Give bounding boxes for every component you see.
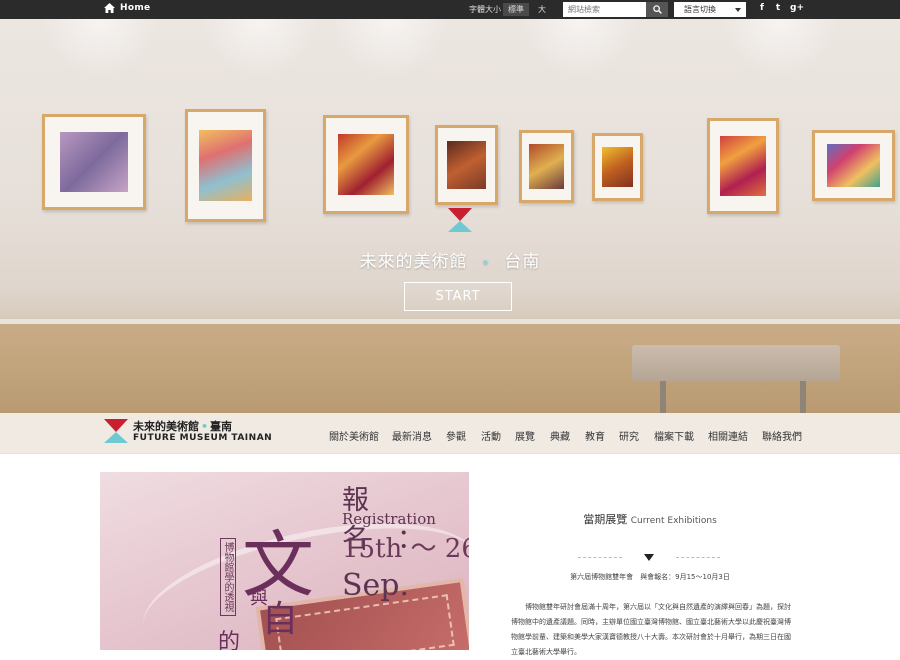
brand-logo-link[interactable]: 未來的美術館 • 臺南 FUTURE MUSEUM TAINAN <box>104 419 272 443</box>
facebook-icon[interactable]: f <box>756 3 768 13</box>
exhibition-poster[interactable]: 報名： Registration 15th ～ 26th Sep. 博物館學的透… <box>100 472 469 650</box>
hero-title-right: 台南 <box>504 252 541 272</box>
exhibition-description: 博物館雙年研討會屆滿十周年，第六屆以「文化與自然遺產的演繹與回春」為題，探討博物… <box>511 603 791 656</box>
painting-frame <box>435 125 498 205</box>
nav-item-about[interactable]: 關於美術館 <box>329 428 379 443</box>
painting-frame <box>519 130 574 203</box>
painting-frame <box>42 114 146 210</box>
arrow-down-icon <box>644 554 654 561</box>
google-plus-icon[interactable]: g+ <box>790 3 804 13</box>
ceiling-light <box>200 19 320 79</box>
exhibition-subtitle[interactable]: 第六屆博物館雙年會 與會報名：9月15～10月3日 <box>500 572 800 582</box>
nav-item-collection[interactable]: 典藏 <box>550 428 570 443</box>
painting-frame <box>185 109 266 222</box>
poster-registration-en: Registration <box>342 510 436 528</box>
nav-item-news[interactable]: 最新消息 <box>392 428 432 443</box>
hero-banner: 未來的美術館 • 台南 START <box>0 19 900 413</box>
hero-title-separator: • <box>481 256 491 271</box>
painting-frame <box>707 118 779 214</box>
museum-logo-icon <box>448 208 472 232</box>
language-select[interactable]: 語言切換 <box>674 2 746 17</box>
poster-big-character-2: 自 <box>262 599 299 640</box>
current-exhibitions-title-cn: 當期展覽 <box>583 513 628 526</box>
twitter-icon[interactable]: t <box>772 3 784 13</box>
nav-item-events[interactable]: 活動 <box>481 428 501 443</box>
painting-frame <box>323 115 409 214</box>
divider-right <box>676 557 720 558</box>
poster-side-character: 的 <box>218 630 241 650</box>
nav-item-downloads[interactable]: 檔案下載 <box>654 428 694 443</box>
current-exhibitions-title-en: Current Exhibitions <box>630 516 717 526</box>
hero-title: 未來的美術館 • 台南 <box>0 247 900 272</box>
nav-item-visit[interactable]: 參觀 <box>446 428 466 443</box>
brand-separator: • <box>201 419 209 433</box>
ceiling-light <box>720 19 840 79</box>
current-exhibitions-heading: 當期展覽 Current Exhibitions <box>500 511 800 527</box>
brand-name-cn-right: 臺南 <box>210 419 233 433</box>
bench-leg <box>660 381 666 413</box>
home-link[interactable]: Home <box>104 3 150 13</box>
brand-name-en: FUTURE MUSEUM TAINAN <box>133 432 273 443</box>
home-icon <box>104 3 115 13</box>
painting-frame <box>592 133 643 201</box>
nav-item-exhibitions[interactable]: 展覽 <box>515 428 535 443</box>
font-size-normal-button[interactable]: 標準 <box>503 3 529 16</box>
start-button[interactable]: START <box>404 282 512 311</box>
font-size-label: 字體大小 <box>469 5 501 14</box>
home-label: Home <box>120 3 151 13</box>
top-utility-bar: Home 字體大小 標準 大 語言切換 f t g+ <box>0 0 900 19</box>
ceiling-light <box>40 19 160 79</box>
museum-logo-icon <box>104 419 128 443</box>
nav-item-contact[interactable]: 聯絡我們 <box>762 428 802 443</box>
main-navigation: 未來的美術館 • 臺南 FUTURE MUSEUM TAINAN 關於美術館 最新消… <box>0 413 900 454</box>
chevron-down-icon <box>735 8 741 12</box>
search-icon <box>652 5 662 14</box>
ceiling-light <box>330 19 450 79</box>
brand-name-cn: 未來的美術館 • 臺南 <box>133 420 272 433</box>
poster-vertical-text: 博物館學的透視 <box>220 538 236 616</box>
search-button[interactable] <box>646 2 668 17</box>
nav-item-research[interactable]: 研究 <box>619 428 639 443</box>
font-size-large-button[interactable]: 大 <box>530 3 554 16</box>
nav-item-education[interactable]: 教育 <box>585 428 605 443</box>
divider-left <box>578 557 622 558</box>
search-input[interactable] <box>563 2 646 17</box>
poster-month: Sep. <box>342 568 410 603</box>
poster-dates: 15th ～ 26th <box>342 534 469 564</box>
ceiling-light <box>520 19 640 79</box>
gallery-bench <box>632 345 840 381</box>
painting-frame <box>812 130 895 201</box>
nav-item-links[interactable]: 相關連結 <box>708 428 748 443</box>
brand-name-cn-left: 未來的美術館 <box>133 419 199 433</box>
bench-leg <box>800 381 806 413</box>
language-select-label: 語言切換 <box>684 5 716 14</box>
hero-title-left: 未來的美術館 <box>359 252 468 272</box>
